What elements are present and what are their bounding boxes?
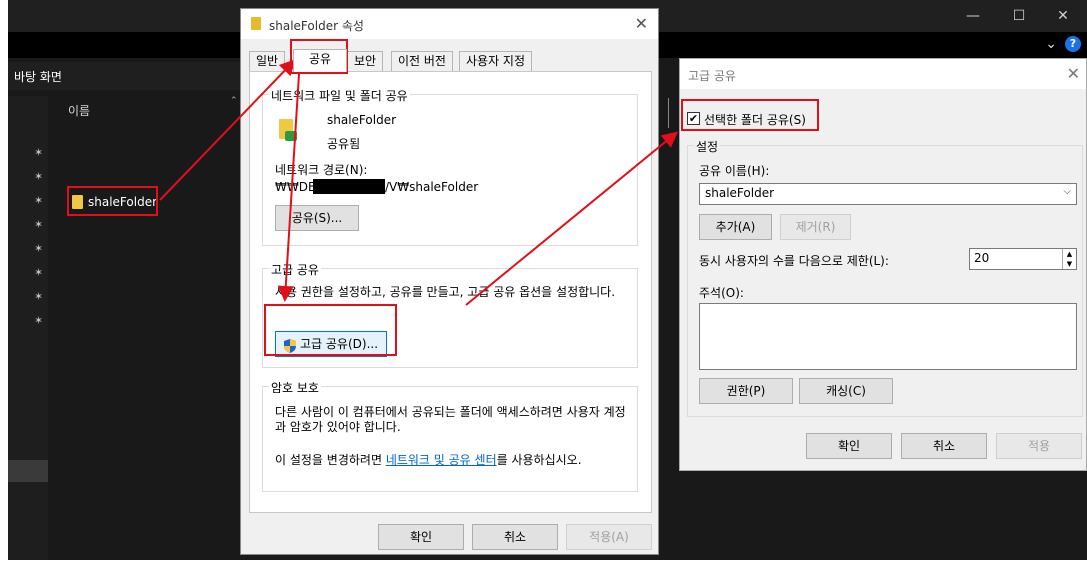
arrow-advanced-to-checkbox	[465, 131, 679, 306]
arrow-folder-to-tab	[159, 59, 296, 201]
tab-sharing[interactable]: 공유	[293, 49, 347, 72]
arrow-tab-to-advanced	[277, 73, 300, 302]
annotation-arrows	[159, 59, 679, 306]
